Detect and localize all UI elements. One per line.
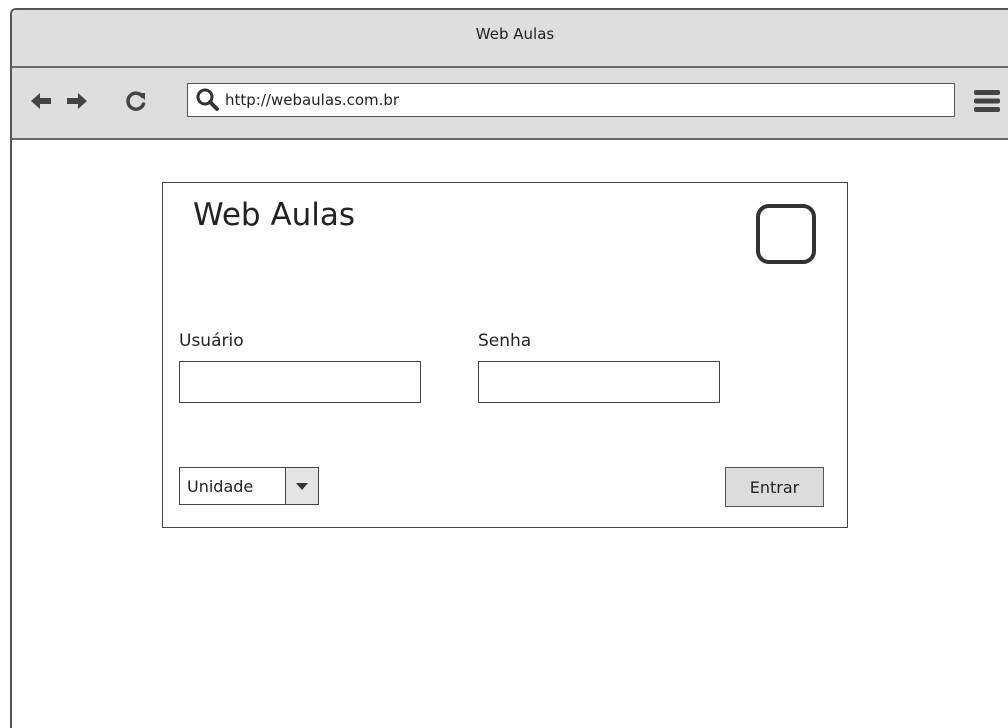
hamburger-menu-icon bbox=[974, 90, 1000, 112]
window-titlebar: Web Aulas bbox=[12, 10, 1008, 68]
unit-select-value: Unidade bbox=[187, 476, 254, 496]
arrow-right-icon bbox=[67, 93, 87, 109]
password-label: Senha bbox=[478, 331, 532, 351]
arrow-left-icon bbox=[31, 93, 51, 109]
browser-toolbar: http://webaulas.com.br bbox=[12, 68, 1008, 140]
back-button[interactable] bbox=[28, 88, 54, 114]
logo-placeholder-icon bbox=[756, 204, 816, 264]
dropdown-arrow[interactable] bbox=[285, 468, 318, 504]
browser-menu-button[interactable] bbox=[972, 86, 1002, 116]
login-form: Web Aulas Usuário Senha Unidade Entrar bbox=[162, 182, 848, 528]
address-bar[interactable]: http://webaulas.com.br bbox=[187, 83, 955, 117]
login-title: Web Aulas bbox=[193, 197, 356, 233]
username-input[interactable] bbox=[179, 361, 421, 403]
reload-button[interactable] bbox=[123, 88, 149, 114]
unit-select[interactable]: Unidade bbox=[179, 467, 319, 505]
submit-button[interactable]: Entrar bbox=[725, 467, 824, 507]
forward-button[interactable] bbox=[64, 88, 90, 114]
caret-down-icon bbox=[296, 483, 308, 490]
window-title: Web Aulas bbox=[475, 25, 555, 43]
username-label: Usuário bbox=[179, 331, 244, 351]
search-icon bbox=[196, 88, 219, 111]
password-input[interactable] bbox=[478, 361, 720, 403]
reload-icon bbox=[126, 91, 146, 111]
url-text: http://webaulas.com.br bbox=[225, 91, 400, 109]
